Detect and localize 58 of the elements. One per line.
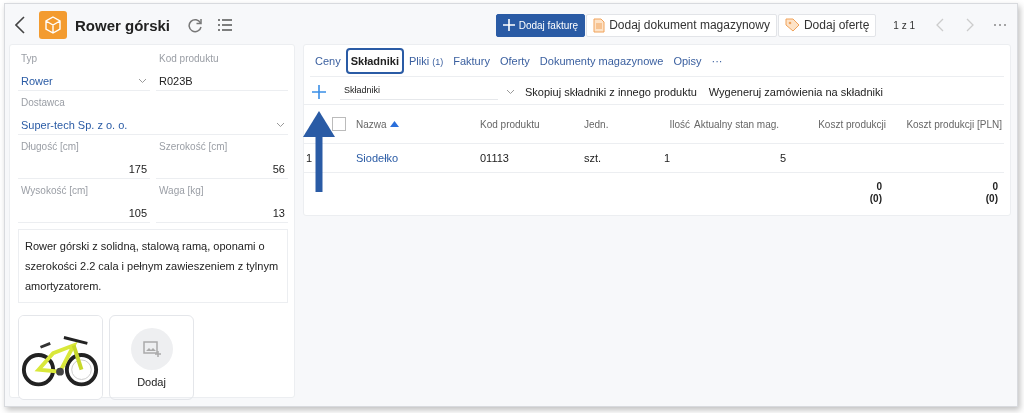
table-cell-text: 1 — [663, 151, 672, 166]
checkbox[interactable] — [332, 117, 346, 131]
field-value: Super-tech Sp. z o. o. — [21, 119, 128, 131]
field-label: Typ — [21, 53, 38, 64]
toolbar-action[interactable]: Skopiuj składniki z innego produktu — [523, 85, 699, 98]
action-button[interactable]: Dodaj fakturę — [495, 13, 586, 37]
column-header[interactable]: Aktualny stan mag. — [692, 106, 788, 142]
field-value: Rower — [21, 75, 53, 87]
field-label: Szerokość [cm] — [159, 141, 228, 152]
column-header[interactable]: Koszt produkcji [PLN] — [888, 106, 1004, 142]
component-select[interactable]: Składniki — [340, 83, 498, 100]
field-label: Długość [cm] — [21, 141, 79, 152]
field-label: Wysokość [cm] — [21, 185, 89, 196]
field-value: R023B — [159, 75, 193, 87]
page-title: Rower górski — [75, 16, 171, 34]
form-field[interactable]: Długość [cm] 175 — [18, 139, 150, 179]
form-field[interactable]: Szerokość [cm] 56 — [156, 139, 288, 179]
field-value: 56 — [272, 163, 285, 175]
add-image-tile[interactable]: Dodaj — [109, 315, 194, 400]
table-cell-text: 5 — [778, 151, 787, 166]
chevron-down-icon[interactable] — [138, 78, 147, 84]
column-header[interactable]: Ilość — [662, 106, 692, 142]
column-header[interactable]: Kod produktu — [478, 106, 582, 142]
field-label: Waga [kg] — [159, 185, 204, 196]
description-text: Rower górski z solidną, stalową ramą, oponami o szerokości 2.2 cala i pełnym zawieszeniem z tylnym amortyzatorem. — [18, 229, 288, 303]
tag-icon — [784, 18, 800, 32]
form-field[interactable]: Kod produktu R023B — [156, 51, 288, 91]
total-value: 0 (0) — [984, 180, 999, 206]
form-field[interactable]: Waga [kg] 13 — [156, 183, 288, 223]
field-label: Kod produktu — [159, 53, 219, 64]
field-value: 175 — [128, 163, 147, 175]
add-icon[interactable] — [312, 84, 326, 99]
box-icon — [39, 11, 67, 39]
action-button[interactable]: Dodaj dokument magazynowy — [586, 13, 777, 37]
item-link[interactable]: Siodełko — [354, 144, 478, 172]
table-cell-text: 01113 — [479, 151, 510, 166]
plus-icon — [502, 19, 515, 31]
column-header[interactable]: Koszt produkcji — [788, 106, 888, 142]
tab[interactable]: Składniki — [345, 48, 404, 74]
table-cell-text: szt. — [583, 151, 603, 166]
form-field[interactable]: Typ Rower — [18, 51, 150, 91]
action-button[interactable]: Dodaj ofertę — [777, 13, 877, 37]
chevron-down-icon[interactable] — [506, 88, 515, 95]
field-value: 13 — [272, 207, 285, 219]
form-field[interactable]: Wysokość [cm] 105 — [18, 183, 150, 223]
add-label: Dodaj — [137, 375, 166, 388]
sort-ascending-icon[interactable] — [389, 121, 399, 127]
column-header[interactable]: Jedn. — [582, 106, 662, 142]
pager-text: 1 z 1 — [893, 19, 915, 31]
form-field[interactable]: Dostawca Super-tech Sp. z o. o. — [18, 95, 288, 135]
row-number: 1 — [305, 151, 314, 166]
document-icon — [593, 17, 606, 33]
field-label: Dostawca — [21, 97, 65, 108]
chevron-down-icon[interactable] — [276, 122, 285, 128]
toolbar-action[interactable]: Wygeneruj zamówienia na składniki — [706, 85, 885, 98]
column-header[interactable]: Nazwa — [354, 106, 478, 142]
field-value: 105 — [128, 207, 147, 219]
total-value: 0 (0) — [868, 180, 883, 206]
